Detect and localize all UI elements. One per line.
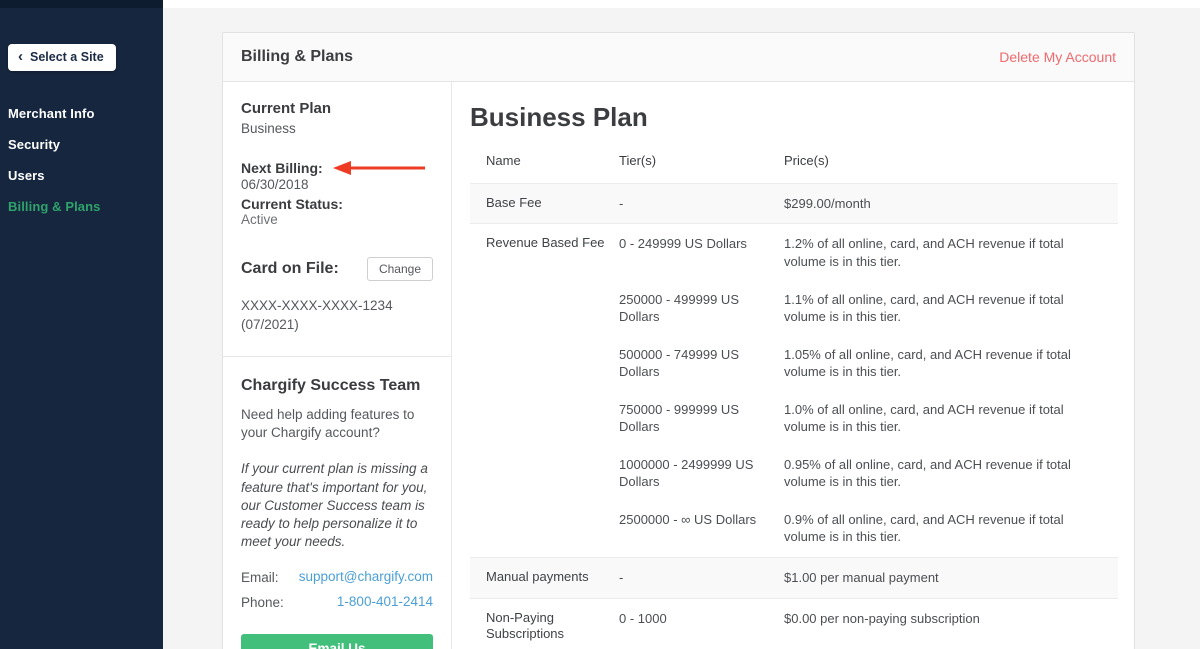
sidebar-nav: Merchant Info Security Users Billing & P… [0, 98, 163, 222]
sidebar-top-strip [0, 0, 163, 8]
tier-value: 0 - 1000 [619, 610, 784, 628]
page-title: Billing & Plans [241, 48, 353, 66]
sidebar-item-merchant-info[interactable]: Merchant Info [0, 98, 163, 129]
red-arrow-left-icon [331, 160, 427, 176]
tier-value: 500000 - 749999 US Dollars [619, 346, 784, 381]
tier-value: 0 - 249999 US Dollars [619, 235, 784, 270]
next-billing-label: Next Billing: [241, 160, 323, 176]
price-value: $1.00 per manual payment [784, 569, 1118, 587]
price-value: 0.95% of all online, card, and ACH reven… [784, 456, 1118, 491]
change-card-button[interactable]: Change [367, 257, 433, 281]
email-label: Email: [241, 569, 279, 587]
column-header-name: Name [470, 153, 619, 170]
success-team-section: Chargify Success Team Need help adding f… [241, 357, 433, 649]
column-header-prices: Price(s) [784, 153, 1118, 170]
card-on-file-section: Card on File: Change XXXX-XXXX-XXXX-1234… [241, 257, 433, 355]
success-team-pitch: If your current plan is missing a featur… [241, 460, 433, 551]
tier-value: - [619, 569, 784, 587]
card-header: Billing & Plans Delete My Account [223, 33, 1134, 82]
price-value: 1.05% of all online, card, and ACH reven… [784, 346, 1118, 381]
email-us-button[interactable]: Email Us [241, 634, 433, 649]
billing-plans-card: Billing & Plans Delete My Account Curren… [222, 32, 1135, 649]
main-area: Billing & Plans Delete My Account Curren… [163, 0, 1200, 649]
current-status-value: Active [241, 212, 433, 227]
table-header-row: Name Tier(s) Price(s) [470, 153, 1118, 183]
card-on-file-heading: Card on File: [241, 260, 339, 278]
current-plan-name: Business [241, 120, 433, 138]
table-row-non-paying-subscriptions: Non-Paying Subscriptions 0 - 1000 $0.00 … [470, 598, 1118, 649]
sidebar-item-users[interactable]: Users [0, 160, 163, 191]
success-team-intro: Need help adding features to your Chargi… [241, 406, 433, 442]
delete-my-account-link[interactable]: Delete My Account [999, 49, 1116, 65]
tier-value: 250000 - 499999 US Dollars [619, 291, 784, 326]
plan-title: Business Plan [470, 102, 1118, 133]
support-email-link[interactable]: support@chargify.com [299, 569, 433, 587]
card-number: XXXX-XXXX-XXXX-1234 (07/2021) [241, 297, 433, 333]
support-phone-link[interactable]: 1-800-401-2414 [337, 594, 433, 612]
tier-value: 750000 - 999999 US Dollars [619, 401, 784, 436]
column-header-tiers: Tier(s) [619, 153, 784, 170]
current-plan-heading: Current Plan [241, 100, 433, 117]
left-panel: Current Plan Business Next Billing: 06/3… [223, 82, 452, 649]
fee-name: Non-Paying Subscriptions [470, 610, 619, 649]
sidebar-item-security[interactable]: Security [0, 129, 163, 160]
tier-value: - [619, 195, 784, 213]
current-plan-section: Current Plan Business Next Billing: 06/3… [241, 100, 433, 227]
next-billing-date: 06/30/2018 [241, 176, 433, 194]
contact-rows: Email: support@chargify.com Phone: 1-800… [241, 569, 433, 611]
fee-name: Revenue Based Fee [470, 235, 619, 546]
chevron-left-icon: ‹ [18, 52, 23, 62]
fee-name: Manual payments [470, 569, 619, 587]
fee-name: Base Fee [470, 195, 619, 213]
table-row-base-fee: Base Fee - $299.00/month [470, 183, 1118, 224]
sidebar-item-billing-plans[interactable]: Billing & Plans [0, 191, 163, 222]
phone-label: Phone: [241, 594, 284, 612]
select-a-site-button[interactable]: ‹ Select a Site [8, 44, 116, 71]
price-value: 1.1% of all online, card, and ACH revenu… [784, 291, 1118, 326]
table-row-manual-payments: Manual payments - $1.00 per manual payme… [470, 557, 1118, 598]
table-row-revenue-based-fee: Revenue Based Fee 0 - 249999 US Dollars … [470, 223, 1118, 557]
price-value: 1.2% of all online, card, and ACH revenu… [784, 235, 1118, 270]
tier-value: 1000000 - 2499999 US Dollars [619, 456, 784, 491]
price-value: $0.00 per non-paying subscription [784, 610, 1118, 628]
price-value: $299.00/month [784, 195, 1118, 213]
success-team-heading: Chargify Success Team [241, 377, 433, 395]
tier-value: 2500000 - ∞ US Dollars [619, 511, 784, 546]
select-a-site-label: Select a Site [30, 50, 104, 64]
current-status-label: Current Status: [241, 196, 433, 212]
card-body: Current Plan Business Next Billing: 06/3… [223, 82, 1134, 649]
top-strip [163, 0, 1200, 8]
price-value: 1.0% of all online, card, and ACH revenu… [784, 401, 1118, 436]
plan-details-panel: Business Plan Name Tier(s) Price(s) Base… [452, 82, 1134, 649]
price-value: 0.9% of all online, card, and ACH revenu… [784, 511, 1118, 546]
sidebar: ‹ Select a Site Merchant Info Security U… [0, 0, 163, 649]
